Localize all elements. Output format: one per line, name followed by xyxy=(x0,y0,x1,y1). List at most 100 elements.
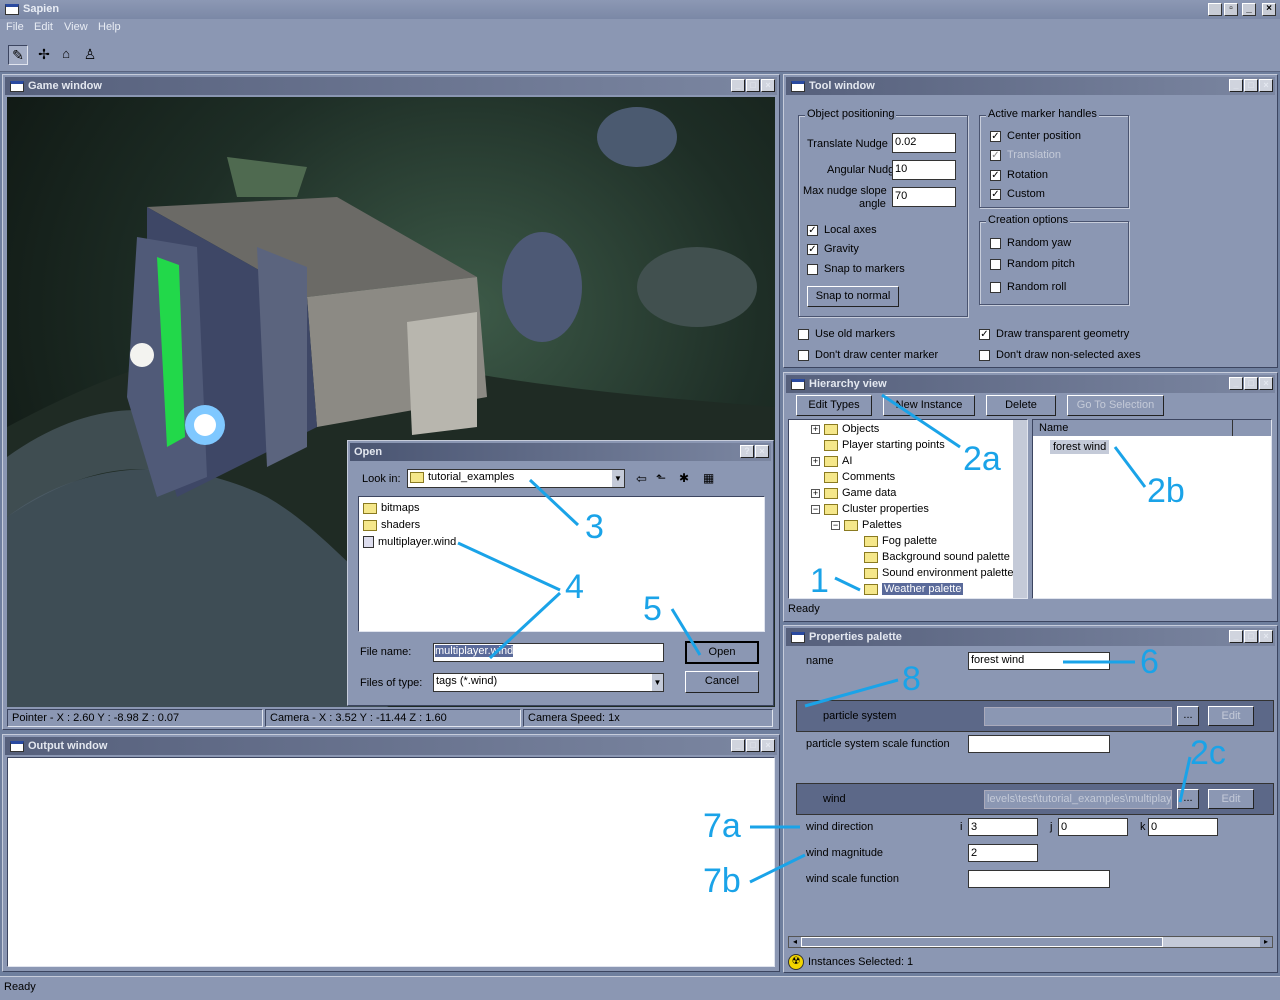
particle-scale-input[interactable] xyxy=(968,735,1110,753)
collapse-icon[interactable]: − xyxy=(811,504,820,514)
tree-item-game-data[interactable]: + Game data xyxy=(811,485,896,501)
tree-item-background-sound-palette[interactable]: Background sound palette xyxy=(864,549,1010,565)
minimize-button[interactable]: _ xyxy=(1242,3,1256,16)
open-button[interactable]: Open xyxy=(685,641,759,664)
dont-draw-center-checkbox[interactable]: Don't draw center marker xyxy=(798,349,938,361)
maximize-button[interactable]: □ xyxy=(1244,630,1258,643)
local-axes-checkbox[interactable]: ✓ Local axes xyxy=(807,224,877,236)
scroll-left-icon[interactable]: ◂ xyxy=(789,937,801,947)
new-instance-button[interactable]: New Instance xyxy=(883,395,975,416)
collapse-icon[interactable]: − xyxy=(831,520,840,530)
dropdown-arrow-icon[interactable]: ▼ xyxy=(612,470,624,487)
menu-file[interactable]: File xyxy=(6,21,24,33)
close-button[interactable]: × xyxy=(761,79,775,92)
file-name-input[interactable]: multiplayer.wind xyxy=(433,643,664,662)
close-button[interactable]: × xyxy=(1259,630,1273,643)
file-list[interactable]: bitmaps shaders multiplayer.wind xyxy=(358,496,765,632)
wind-path-field[interactable]: levels\test\tutorial_examples\multiplay xyxy=(984,790,1172,809)
tree-item-palettes[interactable]: − Palettes xyxy=(831,517,902,533)
name-column-header[interactable]: Name xyxy=(1033,420,1233,436)
tree-item-fog-palette[interactable]: Fog palette xyxy=(864,533,937,549)
translation-checkbox[interactable]: ✓ Translation xyxy=(990,149,1061,161)
menu-edit[interactable]: Edit xyxy=(34,21,53,33)
player-tool-icon[interactable]: ♙ xyxy=(80,45,100,65)
tree-item-cluster-properties[interactable]: − Cluster properties xyxy=(811,501,929,517)
gravity-checkbox[interactable]: ✓ Gravity xyxy=(807,243,859,255)
particle-edit-button[interactable]: Edit xyxy=(1208,706,1254,726)
random-yaw-checkbox[interactable]: Random yaw xyxy=(990,237,1071,249)
particle-browse-button[interactable]: ... xyxy=(1177,706,1199,726)
files-of-type-select[interactable]: tags (*.wind) xyxy=(433,673,664,692)
tree-item-sound-environment-palette[interactable]: Sound environment palette xyxy=(864,565,1013,581)
go-to-selection-button[interactable]: Go To Selection xyxy=(1067,395,1164,416)
pencil-tool-icon[interactable]: ✎ xyxy=(8,45,28,65)
random-pitch-checkbox[interactable]: Random pitch xyxy=(990,258,1075,270)
random-roll-checkbox[interactable]: Random roll xyxy=(990,281,1066,293)
close-button[interactable]: × xyxy=(761,739,775,752)
maximize-button[interactable]: □ xyxy=(1244,79,1258,92)
new-folder-icon[interactable]: ✱ xyxy=(679,471,689,485)
tree-scrollbar[interactable] xyxy=(1013,420,1027,598)
name-input[interactable]: forest wind xyxy=(968,652,1110,670)
look-in-select[interactable]: tutorial_examples xyxy=(407,469,625,488)
close-button[interactable]: × xyxy=(1262,3,1276,16)
file-item-multiplayer-wind[interactable]: multiplayer.wind xyxy=(363,534,456,550)
wind-browse-button[interactable]: ... xyxy=(1177,789,1199,809)
close-button[interactable]: × xyxy=(1259,377,1273,390)
file-item-bitmaps[interactable]: bitmaps xyxy=(363,500,420,516)
file-item-shaders[interactable]: shaders xyxy=(363,517,420,533)
minimize-button[interactable]: _ xyxy=(1229,79,1243,92)
tree-item-comments[interactable]: Comments xyxy=(824,469,895,485)
wind-i-input[interactable]: 3 xyxy=(968,818,1038,836)
wind-magnitude-input[interactable]: 2 xyxy=(968,844,1038,862)
cancel-button[interactable]: Cancel xyxy=(685,671,759,693)
maximize-button[interactable]: □ xyxy=(1244,377,1258,390)
wind-scale-input[interactable] xyxy=(968,870,1110,888)
tree-item-weather-palette[interactable]: Weather palette xyxy=(864,581,964,597)
properties-hscrollbar[interactable]: ◂ ▸ xyxy=(788,936,1273,948)
output-text-area[interactable] xyxy=(7,757,775,967)
scroll-thumb[interactable] xyxy=(801,937,1163,947)
tree-item-ai[interactable]: + AI xyxy=(811,453,852,469)
help-button[interactable]: ? xyxy=(740,445,754,458)
tree-item-objects[interactable]: + Objects xyxy=(811,421,879,437)
maximize-button[interactable]: □ xyxy=(746,739,760,752)
dropdown-arrow-icon[interactable]: ▼ xyxy=(652,674,663,691)
up-folder-icon[interactable]: ⬑ xyxy=(656,471,666,485)
transform-tool-icon[interactable]: ✢ xyxy=(34,45,54,65)
edit-types-button[interactable]: Edit Types xyxy=(796,395,872,416)
wind-k-input[interactable]: 0 xyxy=(1148,818,1218,836)
center-position-checkbox[interactable]: ✓ Center position xyxy=(990,130,1081,142)
custom-checkbox[interactable]: ✓ Custom xyxy=(990,188,1045,200)
close-button[interactable]: × xyxy=(1259,79,1273,92)
menu-help[interactable]: Help xyxy=(98,21,121,33)
scroll-right-icon[interactable]: ▸ xyxy=(1260,937,1272,947)
back-icon[interactable]: ⇦ xyxy=(636,471,647,487)
expand-icon[interactable]: + xyxy=(811,424,820,434)
particle-system-field[interactable] xyxy=(984,707,1172,726)
tree-item-player-starting-points[interactable]: Player starting points xyxy=(824,437,945,453)
minimize-button[interactable]: _ xyxy=(1229,630,1243,643)
max-nudge-input[interactable]: 70 xyxy=(892,187,956,207)
expand-icon[interactable]: + xyxy=(811,456,820,466)
snap-markers-checkbox[interactable]: Snap to markers xyxy=(807,263,905,275)
view-menu-icon[interactable]: ▦ xyxy=(703,471,714,485)
wind-edit-button[interactable]: Edit xyxy=(1208,789,1254,809)
list-item-forest-wind[interactable]: forest wind xyxy=(1050,440,1110,454)
minimize-button[interactable]: _ xyxy=(731,739,745,752)
restore-icon[interactable]: ▫ xyxy=(1224,3,1238,16)
minimize-button[interactable]: _ xyxy=(731,79,745,92)
close-button[interactable]: × xyxy=(755,445,769,458)
menu-view[interactable]: View xyxy=(64,21,88,33)
translate-nudge-input[interactable]: 0.02 xyxy=(892,133,956,153)
delete-button[interactable]: Delete xyxy=(986,395,1056,416)
wind-j-input[interactable]: 0 xyxy=(1058,818,1128,836)
minimize-button[interactable]: _ xyxy=(1229,377,1243,390)
dont-draw-axes-checkbox[interactable]: Don't draw non-selected axes xyxy=(979,349,1141,361)
snap-to-normal-button[interactable]: Snap to normal xyxy=(807,286,899,307)
use-old-markers-checkbox[interactable]: Use old markers xyxy=(798,328,895,340)
camera-tool-icon[interactable]: ⌂ xyxy=(56,45,76,65)
expand-icon[interactable]: + xyxy=(811,488,820,498)
rotation-checkbox[interactable]: ✓ Rotation xyxy=(990,169,1048,181)
draw-transparent-checkbox[interactable]: ✓ Draw transparent geometry xyxy=(979,328,1129,340)
